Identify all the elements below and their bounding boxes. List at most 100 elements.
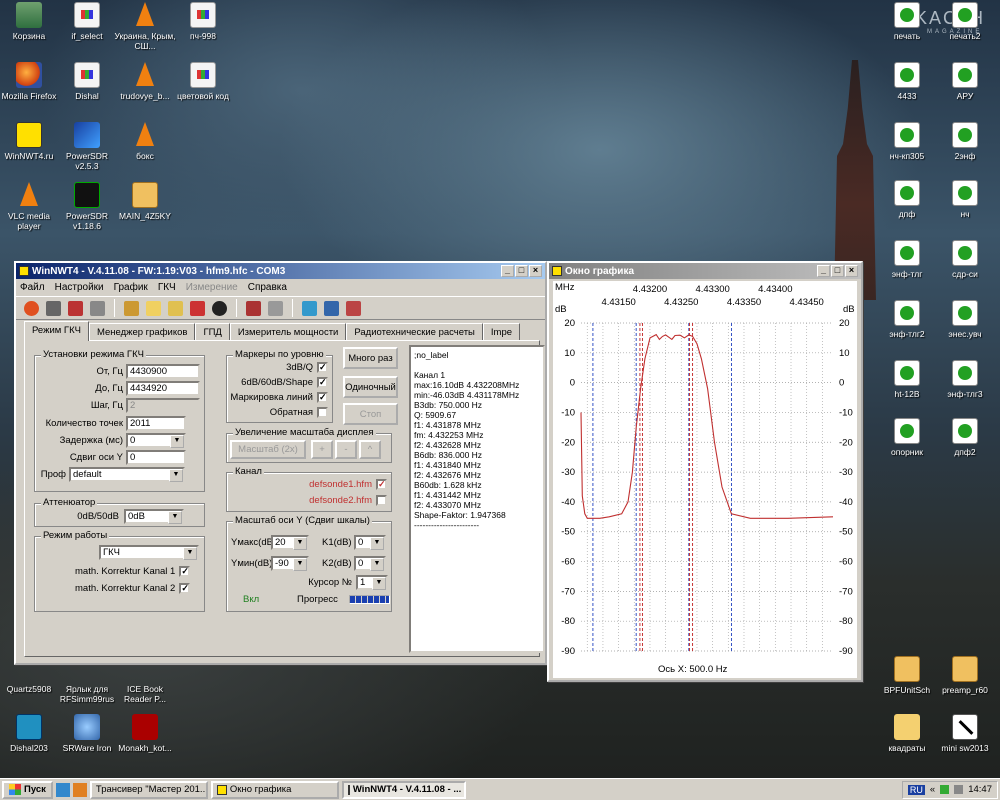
tab-gpd[interactable]: ГПД [195, 323, 230, 341]
desktop-icon[interactable]: Monakh_kot... [114, 714, 176, 753]
volume-icon[interactable] [954, 785, 964, 794]
delay-select[interactable]: 0 [126, 433, 186, 448]
points-input[interactable]: 2011 [126, 416, 186, 431]
desktop-icon[interactable]: нч-кп305 [876, 122, 938, 161]
from-input[interactable]: 4430900 [126, 364, 200, 379]
desktop-icon[interactable]: бокс [114, 122, 176, 161]
quick-launch-icon[interactable] [72, 782, 87, 797]
k1-select[interactable]: 0 [354, 535, 386, 550]
maximize-button[interactable]: □ [515, 265, 528, 277]
desktop-icon[interactable]: Ярлык для RFSimm99rus [56, 684, 118, 704]
wobble-button[interactable] [266, 299, 285, 318]
task-winnwt[interactable]: WinNWT4 - V.4.11.08 - ... [341, 780, 466, 799]
pencil-button[interactable] [188, 299, 207, 318]
ymax-select[interactable]: 20 [271, 535, 309, 550]
yshift-input[interactable]: 0 [126, 450, 186, 465]
menu-help[interactable]: Справка [248, 282, 287, 293]
power-button[interactable] [22, 299, 41, 318]
menu-settings[interactable]: Настройки [55, 282, 104, 293]
desktop-icon[interactable]: ICE Book Reader P... [114, 684, 176, 704]
tab-impedance[interactable]: Impe [482, 323, 521, 341]
desktop-icon[interactable]: 4433 [876, 62, 938, 101]
zoom-up-button[interactable]: ^ [359, 440, 381, 459]
desktop-icon[interactable]: mini sw2013 [934, 714, 996, 753]
save-button[interactable] [322, 299, 341, 318]
desktop-icon[interactable]: опорник [876, 418, 938, 457]
start-button[interactable]: Пуск [2, 780, 53, 799]
menu-graph[interactable]: График [114, 282, 148, 293]
desktop-icon[interactable]: WinNWT4.ru [0, 122, 60, 161]
desktop-icon[interactable]: АРУ [934, 62, 996, 101]
desktop-icon[interactable]: энес.увч [934, 300, 996, 339]
korr2-checkbox[interactable]: ✓ [179, 583, 191, 594]
desktop-icon[interactable]: BPFUnitSch [876, 656, 938, 695]
desktop-icon[interactable]: Корзина [0, 2, 60, 41]
tux-button[interactable] [210, 299, 229, 318]
zoom-2x-button[interactable]: Масштаб (2x) [230, 440, 306, 459]
desktop-icon[interactable]: trudovye_b... [114, 62, 176, 101]
desktop-icon[interactable]: энф-тлг3 [934, 360, 996, 399]
delete-button[interactable] [344, 299, 363, 318]
main-window-titlebar[interactable]: WinNWT4 - V.4.11.08 - FW:1.19:V03 - hfm9… [16, 263, 545, 279]
desktop-icon[interactable]: сдр-си [934, 240, 996, 279]
folder-button[interactable] [166, 299, 185, 318]
korr1-checkbox[interactable]: ✓ [179, 566, 191, 577]
open-folder-button[interactable] [144, 299, 163, 318]
sweep-button[interactable] [244, 299, 263, 318]
task-graph-window[interactable]: Окно графика [210, 780, 339, 799]
desktop-icon[interactable]: дпф2 [934, 418, 996, 457]
channel1-checkbox[interactable]: ✓ [376, 479, 387, 490]
ymin-select[interactable]: -90 [271, 556, 309, 571]
marker-shape-checkbox[interactable]: ✓ [317, 377, 328, 388]
profile-select[interactable]: default [69, 467, 185, 482]
tray-expand-icon[interactable]: « [930, 784, 935, 795]
graph-plot-area[interactable]: MHz dB dB Ось X: 500.0 Hz 20 20 10 10 0 0 -10 -… [553, 281, 857, 678]
cursor-select[interactable]: 1 [356, 575, 388, 590]
desktop-icon[interactable]: SRWare Iron [56, 714, 118, 753]
stop-button[interactable]: Стоп [343, 403, 398, 425]
attenuator-select[interactable]: 0dB [124, 509, 184, 524]
k2-select[interactable]: 0 [354, 556, 386, 571]
tab-gkch[interactable]: Режим ГКЧ [24, 321, 89, 341]
zoom-minus-button[interactable]: - [335, 440, 357, 459]
desktop-icon[interactable]: PowerSDR v2.5.3 [56, 122, 118, 171]
network-icon[interactable] [940, 785, 950, 794]
desktop-icon[interactable]: ht-12B [876, 360, 938, 399]
desktop-icon[interactable]: Dishal203 [0, 714, 60, 753]
minimize-button[interactable]: _ [817, 265, 830, 277]
desktop-icon[interactable]: печать [876, 2, 938, 41]
channel2-checkbox[interactable] [376, 495, 387, 506]
calc-button[interactable] [88, 299, 107, 318]
desktop-icon[interactable]: дпф [876, 180, 938, 219]
pen-button[interactable] [300, 299, 319, 318]
desktop-icon[interactable]: Mozilla Firefox [0, 62, 60, 101]
print-button[interactable] [44, 299, 63, 318]
task-transceiver[interactable]: Трансивер "Мастер 201... [89, 780, 208, 799]
marker-3db-checkbox[interactable]: ✓ [317, 362, 328, 373]
minimize-button[interactable]: _ [501, 265, 514, 277]
graph-window-titlebar[interactable]: Окно графика _ □ × [549, 263, 861, 279]
print-color-button[interactable] [66, 299, 85, 318]
menu-file[interactable]: Файл [20, 282, 45, 293]
marker-inverse-checkbox[interactable] [317, 407, 328, 418]
quick-launch-icon[interactable] [55, 782, 70, 797]
single-sweep-button[interactable]: Одиночный [343, 376, 398, 398]
desktop-icon[interactable]: Dishal [56, 62, 118, 101]
desktop-icon[interactable]: нч [934, 180, 996, 219]
to-input[interactable]: 4434920 [126, 381, 200, 396]
desktop-icon[interactable]: печать2 [934, 2, 996, 41]
mode-select[interactable]: ГКЧ [99, 545, 199, 560]
tab-graph-manager[interactable]: Менеджер графиков [88, 323, 196, 341]
menu-measure[interactable]: Измерение [186, 282, 238, 293]
desktop-icon[interactable]: if_select [56, 2, 118, 41]
maximize-button[interactable]: □ [831, 265, 844, 277]
marker-lines-checkbox[interactable]: ✓ [317, 392, 328, 403]
desktop-icon[interactable]: PowerSDR v1.18.6 [56, 182, 118, 231]
close-button[interactable]: × [529, 265, 542, 277]
tab-power-meter[interactable]: Измеритель мощности [229, 323, 347, 341]
desktop-icon[interactable]: MAIN_4Z5KY [114, 182, 176, 221]
desktop-icon[interactable]: пч-998 [172, 2, 234, 41]
tab-rf-calc[interactable]: Радиотехнические расчеты [346, 323, 483, 341]
desktop-icon[interactable]: 2энф [934, 122, 996, 161]
desktop-icon[interactable]: Quartz5908 [0, 684, 60, 694]
